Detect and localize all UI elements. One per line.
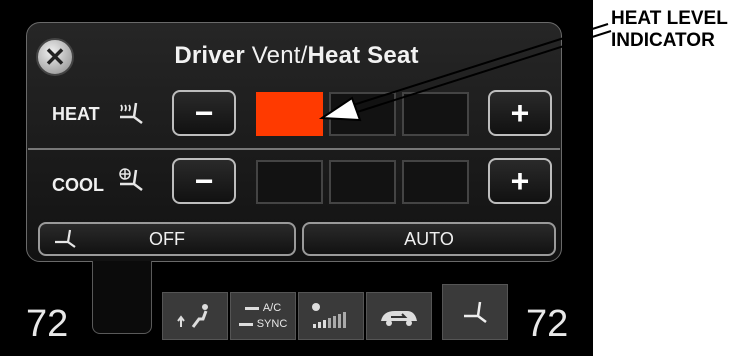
heat-level-indicator-annotation: HEAT LEVEL INDICATOR (611, 8, 728, 51)
annotation-arrow (318, 23, 612, 122)
